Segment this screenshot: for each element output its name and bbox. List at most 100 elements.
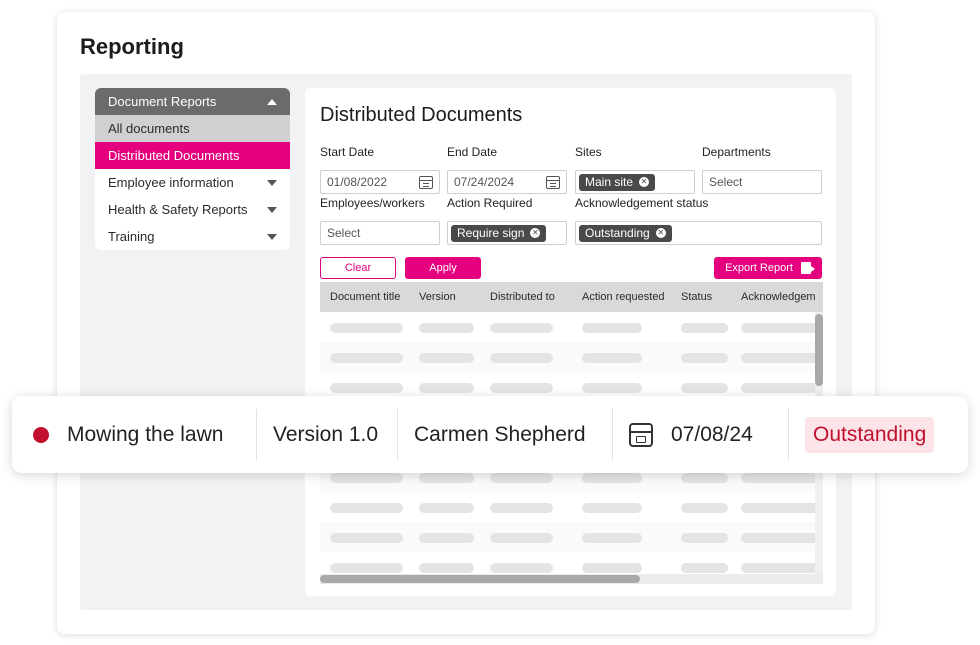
triangle-down-icon [267, 233, 277, 240]
reporting-card: Reporting Document Reports All documents… [57, 12, 875, 634]
skeleton-cell [330, 503, 403, 513]
row-date-cell: 07/08/24 [613, 408, 789, 461]
skeleton-cell [681, 473, 728, 483]
skeleton-cell [330, 353, 403, 363]
row-distributed-to-cell: Carmen Shepherd [398, 408, 613, 461]
skeleton-cell [490, 323, 553, 333]
employees-select[interactable]: Select [320, 221, 440, 245]
employees-placeholder: Select [327, 226, 361, 240]
skeleton-cell [490, 503, 553, 513]
skeleton-cell [490, 563, 553, 573]
page-title: Reporting [80, 34, 184, 59]
skeleton-cell [490, 533, 553, 543]
skeleton-cell [330, 563, 403, 573]
skeleton-cell [419, 323, 474, 333]
column-header-action-requested[interactable]: Action requested [582, 291, 665, 303]
column-header-version[interactable]: Version [419, 291, 456, 303]
skeleton-cell [741, 353, 821, 363]
skeleton-cell [582, 383, 642, 393]
start-date-value: 01/08/2022 [327, 175, 388, 189]
sidebar: Document Reports All documents Distribut… [95, 88, 290, 250]
chip-label: Require sign [457, 226, 525, 240]
sites-field[interactable]: Main site ✕ [575, 170, 695, 194]
skeleton-cell [419, 353, 474, 363]
start-date-field[interactable]: 01/08/2022 [320, 170, 440, 194]
clear-button[interactable]: Clear [320, 257, 396, 279]
skeleton-cell [681, 383, 728, 393]
skeleton-cell [419, 533, 474, 543]
skeleton-cell [419, 563, 474, 573]
skeleton-cell [681, 533, 728, 543]
sidebar-item-distributed-documents[interactable]: Distributed Documents [95, 142, 290, 169]
highlighted-document-row[interactable]: Mowing the lawn Version 1.0 Carmen Sheph… [12, 396, 968, 473]
row-title-cell: Mowing the lawn [12, 408, 257, 461]
table-row[interactable] [320, 342, 823, 372]
action-required-field[interactable]: Require sign ✕ [447, 221, 567, 245]
row-document-title: Mowing the lawn [67, 422, 224, 446]
content-area: Document Reports All documents Distribut… [80, 74, 852, 610]
skeleton-cell [681, 323, 728, 333]
table-row[interactable] [320, 492, 823, 522]
triangle-down-icon [267, 179, 277, 186]
column-header-distributed-to[interactable]: Distributed to [490, 291, 555, 303]
sidebar-item-label: Training [108, 229, 155, 244]
skeleton-cell [681, 353, 728, 363]
export-button-label: Export Report [725, 262, 793, 274]
table-header: Document title Version Distributed to Ac… [320, 282, 823, 312]
apply-button[interactable]: Apply [405, 257, 481, 279]
sites-label: Sites [575, 145, 602, 159]
column-header-acknowledgement[interactable]: Acknowledgem [741, 291, 816, 303]
table-row[interactable] [320, 312, 823, 342]
end-date-value: 07/24/2024 [454, 175, 515, 189]
row-status-cell: Outstanding [789, 409, 950, 461]
departments-label: Departments [702, 145, 771, 159]
export-icon [800, 262, 815, 274]
sidebar-item-all-documents[interactable]: All documents [95, 115, 290, 142]
ack-status-chip[interactable]: Outstanding ✕ [579, 224, 672, 242]
ack-status-field[interactable]: Outstanding ✕ [575, 221, 822, 245]
skeleton-cell [681, 503, 728, 513]
vertical-scrollbar-thumb[interactable] [815, 314, 823, 386]
chip-label: Main site [585, 175, 634, 189]
skeleton-cell [330, 533, 403, 543]
skeleton-cell [741, 503, 821, 513]
employees-label: Employees/workers [320, 196, 425, 210]
skeleton-cell [490, 353, 553, 363]
export-report-button[interactable]: Export Report [714, 257, 822, 279]
horizontal-scrollbar[interactable] [320, 574, 823, 584]
sidebar-item-training[interactable]: Training [95, 223, 290, 250]
sidebar-item-label: Health & Safety Reports [108, 202, 248, 217]
sidebar-header-document-reports[interactable]: Document Reports [95, 88, 290, 115]
table-row[interactable] [320, 522, 823, 552]
skeleton-cell [582, 533, 642, 543]
row-version: Version 1.0 [273, 422, 379, 446]
end-date-label: End Date [447, 145, 498, 159]
column-header-status[interactable]: Status [681, 291, 712, 303]
close-icon[interactable]: ✕ [639, 177, 650, 187]
main-panel: Distributed Documents Start Date End Dat… [305, 88, 836, 596]
calendar-icon[interactable] [419, 175, 433, 189]
triangle-up-icon [267, 98, 277, 105]
calendar-icon[interactable] [546, 175, 560, 189]
departments-placeholder: Select [709, 175, 743, 189]
action-required-chip[interactable]: Require sign ✕ [451, 224, 547, 242]
close-icon[interactable]: ✕ [655, 228, 666, 238]
sidebar-item-health-safety-reports[interactable]: Health & Safety Reports [95, 196, 290, 223]
ack-status-label: Acknowledgement status [575, 196, 709, 210]
sites-chip[interactable]: Main site ✕ [579, 173, 656, 191]
column-header-document-title[interactable]: Document title [330, 291, 400, 303]
skeleton-cell [582, 503, 642, 513]
sidebar-item-employee-information[interactable]: Employee information [95, 169, 290, 196]
skeleton-cell [330, 323, 403, 333]
end-date-field[interactable]: 07/24/2024 [447, 170, 567, 194]
close-icon[interactable]: ✕ [530, 228, 541, 238]
chip-label: Outstanding [585, 226, 650, 240]
calendar-icon [629, 422, 653, 447]
skeleton-cell [681, 563, 728, 573]
sidebar-item-label: Employee information [108, 175, 234, 190]
horizontal-scrollbar-thumb[interactable] [320, 575, 640, 583]
status-dot-icon [33, 426, 49, 443]
departments-select[interactable]: Select [702, 170, 822, 194]
row-version-cell: Version 1.0 [257, 408, 398, 461]
skeleton-cell [330, 473, 403, 483]
